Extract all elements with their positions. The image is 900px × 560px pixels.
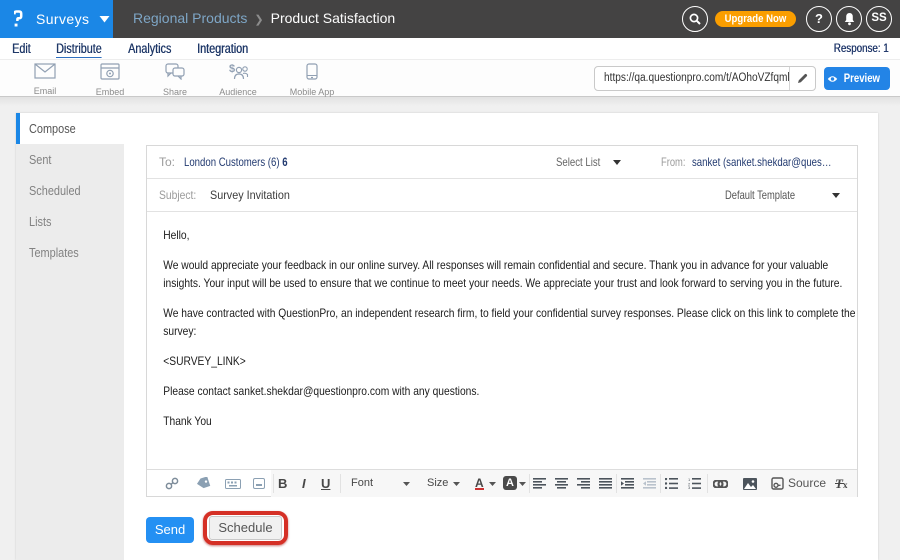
- svg-text:3: 3: [688, 485, 691, 489]
- svg-text:$: $: [229, 63, 235, 75]
